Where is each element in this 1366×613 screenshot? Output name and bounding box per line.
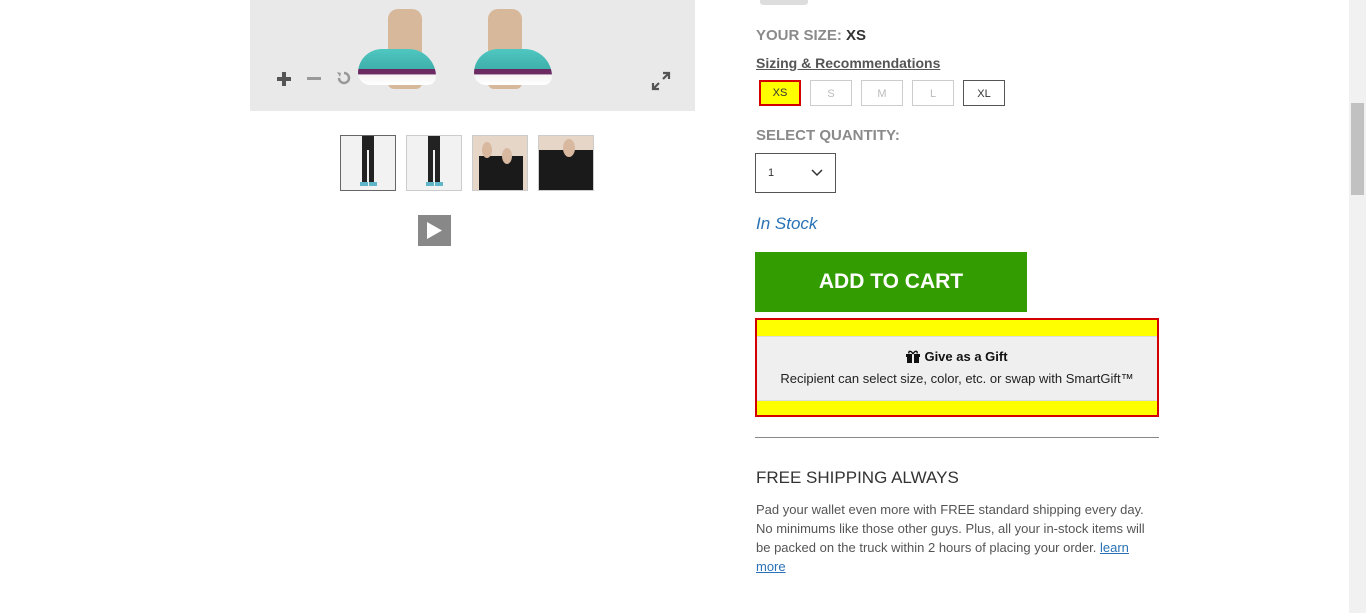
gift-title-row: Give as a Gift <box>757 349 1157 364</box>
size-option-xl[interactable]: XL <box>963 80 1005 106</box>
chevron-down-icon <box>811 169 823 177</box>
give-as-gift-button[interactable]: Give as a Gift Recipient can select size… <box>755 318 1159 417</box>
gift-title: Give as a Gift <box>924 349 1008 364</box>
quantity-value: 1 <box>768 167 775 179</box>
gift-panel: Give as a Gift Recipient can select size… <box>757 336 1157 401</box>
thumbnail-4[interactable] <box>538 135 594 191</box>
quantity-select[interactable]: 1 <box>755 153 836 193</box>
size-option-l[interactable]: L <box>912 80 954 106</box>
thumbnail-1[interactable] <box>340 135 396 191</box>
quantity-label: SELECT QUANTITY: <box>756 127 900 144</box>
play-icon <box>427 222 442 239</box>
sizing-recommendations-link[interactable]: Sizing & Recommendations <box>756 55 940 71</box>
expand-icon[interactable] <box>651 71 671 91</box>
reset-zoom-icon[interactable] <box>336 70 352 90</box>
gift-icon <box>906 350 921 363</box>
product-main-image[interactable] <box>250 0 695 111</box>
thumbnail-3[interactable] <box>472 135 528 191</box>
stock-status: In Stock <box>756 214 818 233</box>
add-to-cart-button[interactable]: ADD TO CART <box>755 252 1027 312</box>
gift-subtitle: Recipient can select size, color, etc. o… <box>780 371 1134 386</box>
zoom-in-icon[interactable] <box>277 70 291 90</box>
size-option-xs[interactable]: XS <box>759 80 801 106</box>
your-size: YOUR SIZE: XS <box>756 27 866 44</box>
scrollbar-track[interactable] <box>1349 0 1366 613</box>
play-video-button[interactable] <box>418 215 451 246</box>
shoe-left <box>358 49 436 85</box>
color-swatch[interactable] <box>760 0 808 5</box>
divider <box>755 437 1159 438</box>
zoom-out-icon[interactable] <box>307 70 321 90</box>
thumbnail-2[interactable] <box>406 135 462 191</box>
shipping-title: FREE SHIPPING ALWAYS <box>756 468 959 487</box>
scrollbar-thumb[interactable] <box>1351 103 1364 195</box>
size-option-s[interactable]: S <box>810 80 852 106</box>
your-size-label: YOUR SIZE: <box>756 27 842 44</box>
your-size-value: XS <box>846 27 867 44</box>
shipping-body: Pad your wallet even more with FREE stan… <box>756 502 1145 555</box>
shipping-text: Pad your wallet even more with FREE stan… <box>756 500 1161 576</box>
size-option-m[interactable]: M <box>861 80 903 106</box>
shoe-right <box>474 49 552 85</box>
